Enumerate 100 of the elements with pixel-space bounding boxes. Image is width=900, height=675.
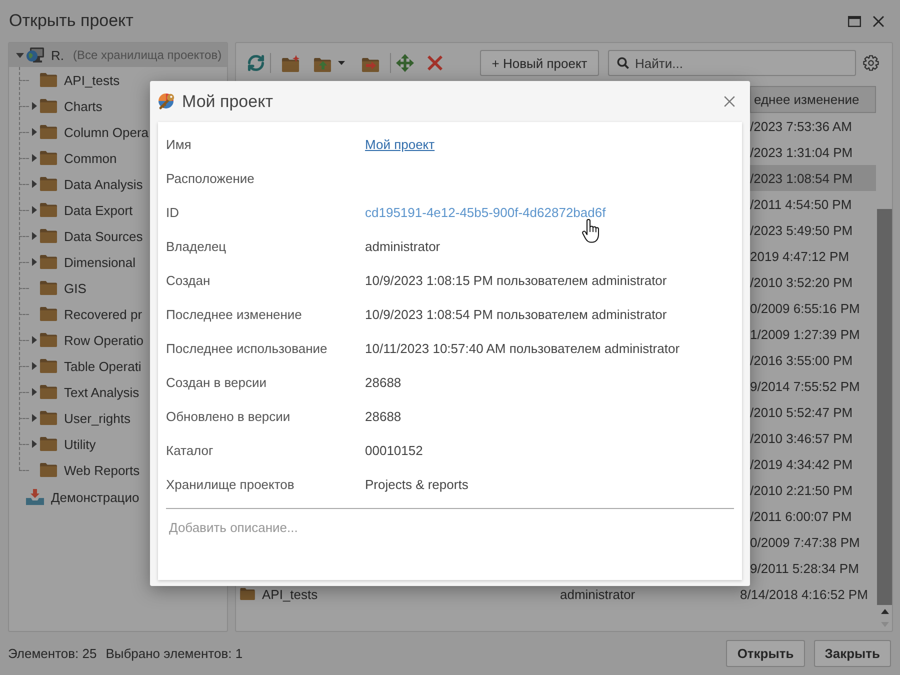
- table-cell-text: /2010 5:52:47 PM: [750, 404, 854, 420]
- tree-item[interactable]: Dimensional: [40, 251, 138, 273]
- new-project-button[interactable]: + Новый проект: [480, 50, 599, 76]
- table-cell-text: /2010 3:52:20 PM: [750, 274, 854, 290]
- caret-right-icon[interactable]: [32, 336, 37, 344]
- table-cell-text: 0/2009 7:47:38 PM: [750, 534, 861, 550]
- column-header[interactable]: еднее изменение: [750, 86, 876, 113]
- folder-icon: [40, 333, 57, 347]
- table-cell-text: /2010 2:21:50 PM: [750, 482, 854, 498]
- tree-item[interactable]: Table Operati: [40, 355, 144, 377]
- property-value: 00010152: [365, 442, 423, 458]
- property-label: Последнее использование: [166, 340, 328, 356]
- property-label: Создан в версии: [166, 374, 268, 390]
- caret-down-icon[interactable]: [338, 61, 345, 65]
- tree-item[interactable]: Text Analysis: [40, 381, 142, 403]
- folder-icon: [40, 177, 57, 191]
- footer-button[interactable]: Закрыть: [814, 640, 891, 667]
- tree-item[interactable]: R. (Все хранилища проектов): [9, 43, 227, 67]
- caret-right-icon[interactable]: [32, 362, 37, 370]
- caret-right-icon[interactable]: [32, 128, 37, 136]
- folder-icon: [40, 151, 57, 165]
- caret-right-icon[interactable]: [32, 102, 37, 110]
- table-cell-text: /2010 3:46:57 PM: [750, 430, 854, 446]
- folder-icon: [40, 437, 57, 451]
- property-link[interactable]: Мой проект: [365, 136, 435, 152]
- folder-sparkle-icon[interactable]: [282, 54, 300, 72]
- settings-icon[interactable]: [863, 55, 879, 71]
- table-cell-text: 1/2009 1:27:39 PM: [750, 326, 861, 342]
- caret-down-icon[interactable]: [16, 52, 24, 58]
- tree-item[interactable]: Utility: [40, 433, 98, 455]
- table-cell-text: administrator: [559, 586, 636, 602]
- maximize-icon[interactable]: [848, 16, 861, 26]
- property-label: Имя: [166, 136, 192, 152]
- tree-item[interactable]: User_rights: [40, 407, 132, 429]
- table-cell-text: 9/2011 5:28:34 PM: [750, 560, 860, 576]
- tree-item[interactable]: Data Sources: [40, 225, 145, 247]
- window-title: Открыть проект: [9, 11, 134, 31]
- table-cell-text: /2011 6:00:07 PM: [750, 508, 853, 524]
- property-label: Создан: [166, 272, 212, 288]
- property-value: 10/9/2023 1:08:54 PM пользователем administrator: [365, 306, 667, 322]
- move-icon[interactable]: [396, 54, 414, 72]
- tree-item[interactable]: GIS: [40, 277, 88, 299]
- table-cell-text: /2019 4:34:42 PM: [750, 456, 854, 472]
- folder-icon: [40, 359, 57, 373]
- cross-icon[interactable]: [427, 55, 443, 71]
- caret-right-icon[interactable]: [32, 440, 37, 448]
- folder-icon: [40, 411, 57, 425]
- property-label: Последнее изменение: [166, 306, 303, 322]
- palette-key-icon: [158, 93, 175, 110]
- property-label: Владелец: [166, 238, 228, 254]
- folder-icon: [40, 125, 57, 139]
- table-cell-text: /2023 5:49:50 PM: [750, 222, 854, 238]
- property-label: Каталог: [166, 442, 214, 458]
- folder-icon: [40, 281, 57, 295]
- tree-item[interactable]: Data Export: [40, 199, 135, 221]
- table-cell: /2023 1:08:54 PM: [750, 165, 876, 191]
- status-text: Выбрано элементов: 1: [106, 646, 243, 661]
- refresh-icon[interactable]: [247, 54, 265, 72]
- caret-right-icon[interactable]: [32, 258, 37, 266]
- scroll-up-arrow-icon[interactable]: [880, 609, 888, 614]
- folder-icon: [40, 73, 57, 87]
- close-icon[interactable]: [724, 96, 735, 107]
- property-value: Projects & reports: [365, 476, 468, 492]
- property-label: Расположение: [166, 170, 256, 186]
- table-cell: API_tests: [262, 586, 318, 602]
- tree-item[interactable]: Web Reports: [40, 459, 142, 481]
- property-value: 10/9/2023 1:08:15 PM пользователем administrator: [365, 272, 667, 288]
- close-icon[interactable]: [873, 16, 884, 26]
- tree-item[interactable]: API_tests: [40, 69, 122, 91]
- caret-right-icon[interactable]: [32, 388, 37, 396]
- footer-button[interactable]: Открыть: [726, 640, 805, 667]
- folder-icon: [40, 229, 57, 243]
- table-cell-text: 2019 4:47:12 PM: [750, 248, 850, 264]
- dialog-title: Мой проект: [182, 92, 274, 112]
- table-cell-text: /2023 1:31:04 PM: [750, 144, 854, 160]
- tree-item[interactable]: Recovered pr: [40, 303, 144, 325]
- table-cell-text: 9/2014 7:55:52 PM: [750, 378, 861, 394]
- description-field[interactable]: Добавить описание...: [166, 508, 734, 580]
- table-cell-text: /2016 3:55:00 PM: [750, 352, 854, 368]
- search-icon: [617, 57, 629, 69]
- tree-item[interactable]: Row Operatio: [40, 329, 146, 351]
- caret-right-icon[interactable]: [32, 154, 37, 162]
- status-text: Элементов: 25: [8, 646, 97, 661]
- caret-right-icon[interactable]: [32, 414, 37, 422]
- search-field[interactable]: Найти...: [608, 50, 856, 76]
- computer-globe-icon: [26, 47, 44, 63]
- caret-right-icon[interactable]: [32, 206, 37, 214]
- property-label: Хранилище проектов: [166, 476, 296, 492]
- tree-item[interactable]: Data Analysis: [40, 173, 145, 195]
- caret-right-icon[interactable]: [32, 180, 37, 188]
- caret-right-icon[interactable]: [32, 232, 37, 240]
- tree-item[interactable]: Common: [40, 147, 119, 169]
- property-label: Обновлено в версии: [166, 408, 292, 424]
- table-cell-text: /2023 7:53:36 AM: [750, 118, 853, 134]
- tree-item[interactable]: Column Opera: [40, 121, 151, 143]
- inbox-download-icon: [26, 489, 44, 505]
- tree-item[interactable]: Демонстрацио: [9, 485, 144, 509]
- scrollbar-thumb[interactable]: [877, 209, 892, 605]
- tree-item[interactable]: Charts: [40, 95, 104, 117]
- folder-icon: [40, 463, 57, 477]
